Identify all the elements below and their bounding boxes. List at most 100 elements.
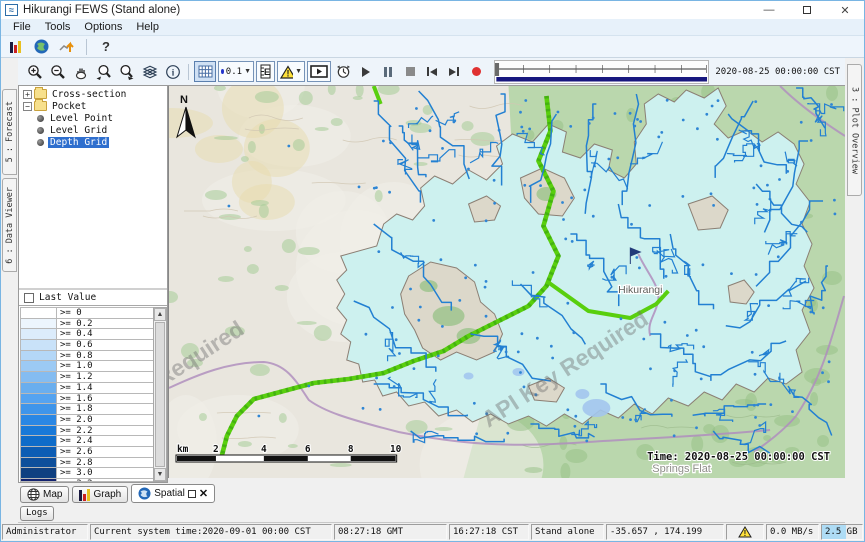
time-slider-thumb[interactable]	[495, 63, 499, 76]
map-canvas[interactable]: API Key Required API Key Required Hikura…	[169, 86, 845, 478]
svg-text:!: !	[744, 529, 747, 538]
menu-item[interactable]: Tools	[38, 21, 78, 33]
spatial-globe-icon	[138, 487, 151, 500]
zoom-previous-button[interactable]	[93, 61, 114, 83]
tab-map[interactable]: Map	[20, 486, 69, 503]
skip-to-start-button[interactable]	[422, 62, 442, 82]
tab-graph[interactable]: Graph	[72, 486, 128, 503]
log-browser-button[interactable]	[5, 38, 25, 56]
tree-row[interactable]: Depth Grid	[21, 136, 167, 148]
threshold-dropdown[interactable]: 0.1 ▼	[218, 61, 254, 82]
scroll-up-icon[interactable]: ▲	[154, 308, 166, 321]
legend-row-label: >= 3.0	[57, 468, 153, 478]
folder-icon	[34, 89, 47, 99]
timeseries-button[interactable]	[57, 38, 77, 56]
legend-color-swatch	[21, 468, 57, 478]
stop-button[interactable]	[400, 62, 420, 82]
legend-row: >= 0	[21, 308, 153, 319]
record-button[interactable]	[466, 62, 486, 82]
scroll-down-icon[interactable]: ▼	[154, 468, 166, 481]
tab-forecast[interactable]: 5 : Forecast	[2, 89, 17, 175]
zoom-in-button[interactable]	[24, 61, 45, 83]
warning-dropdown[interactable]: ! ▼	[277, 61, 305, 82]
zoom-next-button[interactable]	[116, 61, 137, 83]
zoom-out-button[interactable]	[47, 61, 68, 83]
collapse-toggle-icon[interactable]: −	[23, 102, 32, 111]
status-warning-cell[interactable]: !	[726, 524, 764, 540]
legend-scrollbar[interactable]: ▲ ▼	[153, 307, 167, 482]
undock-icon[interactable]	[188, 490, 196, 498]
tree-node-label[interactable]: Pocket	[50, 101, 88, 112]
pan-button[interactable]	[70, 61, 91, 83]
time-slider[interactable]	[494, 60, 709, 84]
warning-icon: !	[738, 526, 752, 538]
legend-row: >= 1.4	[21, 383, 153, 394]
close-button[interactable]: ✕	[826, 1, 864, 19]
zoom-next-icon	[118, 64, 135, 80]
status-system-time: Current system time:2020-09-01 00:00 CST	[90, 524, 332, 540]
legend-row: >= 2.2	[21, 426, 153, 437]
map-view[interactable]: API Key Required API Key Required Hikura…	[168, 86, 845, 478]
legend-row-label: >= 0.6	[57, 340, 153, 350]
pause-button[interactable]	[378, 62, 398, 82]
tab-spatial[interactable]: Spatial ✕	[131, 484, 215, 503]
logs-row: Logs	[18, 504, 845, 523]
svg-text:2: 2	[213, 444, 219, 455]
legend-row-label: >= 2.6	[57, 447, 153, 457]
help-button[interactable]: ?	[96, 38, 116, 56]
legend-row: >= 0.2	[21, 319, 153, 330]
info-button[interactable]: i	[162, 61, 183, 83]
layers-button[interactable]	[139, 61, 160, 83]
legend-row-label: >= 0.8	[57, 351, 153, 361]
menu-item[interactable]: Options	[77, 21, 129, 33]
map-globe-icon	[27, 488, 40, 501]
skip-to-end-button[interactable]	[444, 62, 464, 82]
chevron-down-icon: ▼	[295, 68, 302, 75]
play-icon	[362, 67, 370, 77]
layer-dot-icon	[37, 127, 44, 134]
close-icon[interactable]: ✕	[199, 489, 208, 499]
tab-data-viewer[interactable]: 6 : Data Viewer	[2, 178, 17, 272]
status-coordinates: -35.657 , 174.199	[606, 524, 724, 540]
tree-node-label-selected[interactable]: Depth Grid	[48, 137, 109, 148]
legend-row: >= 0.4	[21, 329, 153, 340]
tree-row[interactable]: Level Grid	[21, 124, 167, 136]
status-local-time: 16:27:18 CST	[449, 524, 529, 540]
legend-color-swatch	[21, 447, 57, 457]
movie-player-button[interactable]	[307, 61, 331, 82]
tab-logs[interactable]: Logs	[20, 506, 54, 521]
town-label: Hikurangi	[618, 285, 662, 296]
menu-item[interactable]: File	[6, 21, 38, 33]
stop-icon	[406, 67, 415, 76]
skip-end-icon	[449, 67, 459, 76]
spatial-display-button[interactable]	[31, 38, 51, 56]
svg-text:10: 10	[390, 444, 402, 455]
tree-node-label[interactable]: Level Grid	[48, 125, 109, 136]
legend-color-swatch	[21, 383, 57, 393]
play-button[interactable]	[356, 62, 376, 82]
scale-button[interactable]: E	[256, 61, 275, 82]
tree-node-label[interactable]: Level Point	[48, 113, 115, 124]
legend-color-swatch	[21, 319, 57, 329]
tree-node-label[interactable]: Cross-section	[50, 89, 128, 100]
tab-plot-overview[interactable]: 3 : Plot Overview	[847, 64, 862, 196]
view-tab-bar: Map Graph Spatial ✕	[18, 483, 845, 504]
tree-row[interactable]: Level Point	[21, 112, 167, 124]
app-icon: ≈	[5, 4, 18, 16]
expand-toggle-icon[interactable]: +	[23, 90, 32, 99]
last-value-checkbox[interactable]	[24, 293, 34, 303]
menu-item[interactable]: Help	[129, 21, 166, 33]
legend-row: >= 3.0	[21, 468, 153, 479]
movie-play-icon	[310, 65, 328, 78]
help-icon: ?	[102, 39, 110, 54]
legend-row-label: >= 2.2	[57, 426, 153, 436]
svg-text:8: 8	[348, 444, 354, 455]
grid-display-button[interactable]	[194, 61, 216, 82]
animation-settings-button[interactable]	[333, 61, 354, 83]
minimize-button[interactable]: —	[750, 1, 788, 19]
scrollbar-thumb[interactable]	[155, 322, 165, 467]
threshold-value: 0.1	[226, 67, 242, 77]
legend-row-label: >= 1.4	[57, 383, 153, 393]
tree-row[interactable]: − Pocket	[21, 100, 167, 112]
maximize-button[interactable]	[788, 1, 826, 19]
